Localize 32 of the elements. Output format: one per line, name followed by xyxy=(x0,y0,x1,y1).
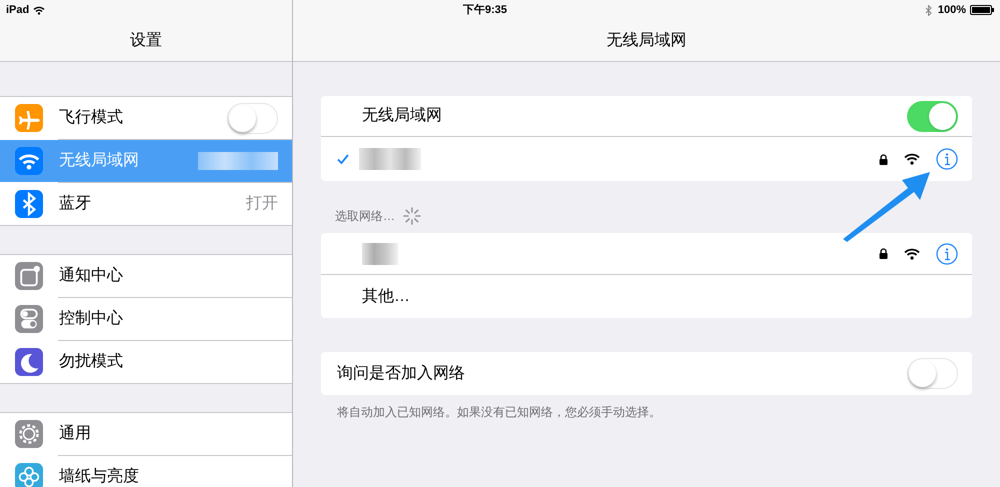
info-icon[interactable] xyxy=(936,242,958,264)
wifi-signal-icon xyxy=(33,6,46,14)
ask-join-label: 询问是否加入网络 xyxy=(337,364,466,384)
notification-icon xyxy=(15,262,43,290)
battery-icon xyxy=(970,5,994,15)
item-value: 打开 xyxy=(246,194,278,214)
toggle-switch[interactable] xyxy=(907,100,958,132)
flower-icon xyxy=(15,463,43,487)
gear-icon xyxy=(15,420,43,448)
section-header: 选取网络… xyxy=(335,208,395,225)
battery-percent: 100% xyxy=(938,2,966,18)
bluetooth-icon xyxy=(924,4,932,16)
info-icon[interactable] xyxy=(936,148,958,170)
clock-time: 下午9:35 xyxy=(463,2,508,18)
toggle-switch[interactable] xyxy=(907,358,958,389)
page-title: 无线局域网 xyxy=(606,30,686,50)
footer-note: 将自动加入已知网络。如果没有已知网络，您必须手动选择。 xyxy=(336,404,662,421)
other-network-item[interactable]: 其他… xyxy=(362,284,410,308)
redacted-network-name xyxy=(359,148,421,170)
loading-spinner-icon xyxy=(403,207,421,225)
switches-icon xyxy=(15,305,43,333)
airplane-icon xyxy=(15,104,43,132)
wifi-label: 无线局域网 xyxy=(362,106,443,126)
toggle-switch[interactable] xyxy=(227,102,278,134)
wifi-signal-icon xyxy=(904,248,920,260)
redacted-network-name xyxy=(362,242,398,264)
wifi-signal-icon xyxy=(904,153,920,165)
bluetooth-icon xyxy=(15,190,43,218)
moon-icon xyxy=(15,348,43,376)
wifi-icon xyxy=(15,147,43,175)
sidebar-title: 设置 xyxy=(130,30,162,50)
device-name: iPad xyxy=(6,2,30,18)
